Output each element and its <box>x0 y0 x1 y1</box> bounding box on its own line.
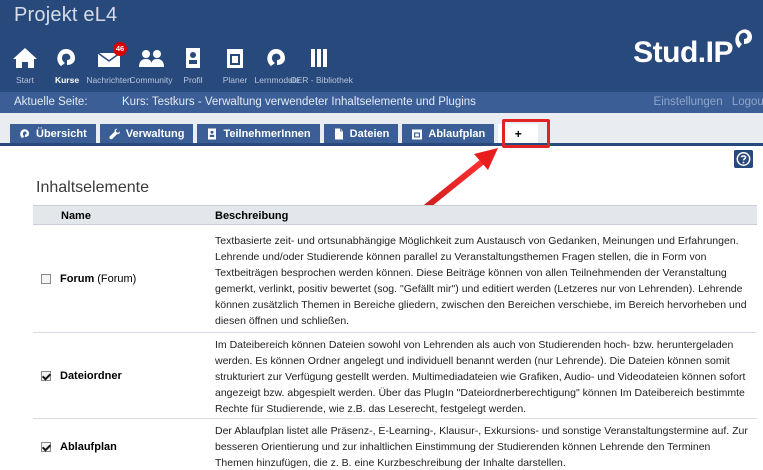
help-icon[interactable] <box>734 150 753 168</box>
plugin-name: Forum <box>60 273 95 285</box>
plugin-description: Textbasierte zeit- und ortsunabhängige M… <box>215 235 747 327</box>
profile-icon <box>186 48 200 68</box>
plugin-checkbox-dateiordner[interactable] <box>41 371 51 381</box>
message-count-badge: 46 <box>113 42 127 56</box>
settings-link[interactable]: Einstellungen <box>654 96 723 108</box>
breadcrumb-label: Aktuelle Seite: <box>14 96 88 108</box>
logo-mark-icon <box>735 29 752 48</box>
tab-label: Dateien <box>349 128 390 140</box>
schedule-icon <box>412 129 423 140</box>
tab-label: Ablaufplan <box>428 128 486 140</box>
nav-item-oer-bibliothek[interactable]: OER - Bibliothek <box>290 28 353 88</box>
tab-label: Übersicht <box>36 128 87 140</box>
table-row: Ablaufplan Der Ablaufplan listet alle Pr… <box>33 419 757 470</box>
tab-label: TeilnehmerInnen <box>223 128 311 140</box>
plugin-name-cell: Ablaufplan <box>41 441 117 453</box>
table-header: Name Beschreibung <box>33 205 757 225</box>
plugin-description: Der Ablaufplan listet alle Präsenz-, E-L… <box>215 425 748 469</box>
courses-icon <box>20 129 29 138</box>
top-header: Projekt eL4 Start Kurse 46 Nachrichten C… <box>0 0 763 92</box>
members-icon <box>208 128 217 140</box>
user-links: Einstellungen Logout <box>648 96 763 108</box>
course-tab-bar: Übersicht Verwaltung TeilnehmerInnen Dat… <box>0 113 763 145</box>
tab-bar-divider <box>0 143 763 146</box>
courses-icon <box>57 48 75 66</box>
main-nav: Start Kurse 46 Nachrichten Community Pro… <box>4 28 353 88</box>
plugin-checkbox-forum[interactable] <box>41 274 51 284</box>
community-icon <box>139 50 164 67</box>
site-title: Projekt eL4 <box>14 4 118 26</box>
library-icon <box>311 49 327 67</box>
plugin-name-extra: (Forum) <box>97 273 137 285</box>
column-header-description: Beschreibung <box>215 210 289 222</box>
planner-icon <box>227 49 243 68</box>
plugin-name-cell: Dateiordner <box>41 370 122 382</box>
learning-modules-icon <box>267 48 285 66</box>
plugin-description: Im Dateibereich können Dateien sowohl vo… <box>215 339 746 415</box>
tab-label: Verwaltung <box>125 128 185 140</box>
plugin-name-cell: Forum (Forum) <box>41 273 136 285</box>
plugin-checkbox-ablaufplan[interactable] <box>41 442 51 452</box>
tab-teilnehmerinnen[interactable]: TeilnehmerInnen <box>197 124 320 145</box>
tab-uebersicht[interactable]: Übersicht <box>10 124 96 145</box>
plugin-name: Dateiordner <box>60 370 122 382</box>
logout-link[interactable]: Logout <box>732 96 763 108</box>
table-row: Forum (Forum) Textbasierte zeit- und ort… <box>33 225 757 333</box>
column-header-name: Name <box>61 210 91 222</box>
page-title: Inhaltselemente <box>36 179 149 196</box>
nav-label-oer-bibliothek: OER - Bibliothek <box>290 75 353 85</box>
plugin-name: Ablaufplan <box>60 441 117 453</box>
logo-text: Stud.IP <box>633 36 733 69</box>
table-row: Dateiordner Im Dateibereich können Datei… <box>33 333 757 419</box>
studip-logo[interactable]: Stud.IP <box>633 29 753 76</box>
tab-dateien[interactable]: Dateien <box>323 124 399 145</box>
breadcrumb: Kurs: Testkurs - Verwaltung verwendeter … <box>122 96 476 108</box>
tab-verwaltung[interactable]: Verwaltung <box>99 124 194 145</box>
wrench-icon <box>109 128 120 140</box>
home-icon <box>13 48 37 68</box>
breadcrumb-bar: Aktuelle Seite: Kurs: Testkurs - Verwalt… <box>0 92 763 113</box>
file-icon <box>334 128 343 140</box>
